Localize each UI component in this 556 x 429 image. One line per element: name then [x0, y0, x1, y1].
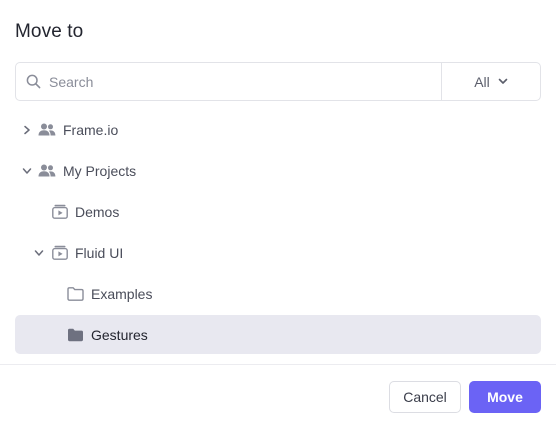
search-bar: All	[15, 62, 541, 101]
tree-item-examples[interactable]: Examples	[15, 274, 541, 313]
folder-tree: Frame.io My Projects Demos Fluid UI Exam…	[15, 110, 541, 356]
cancel-button[interactable]: Cancel	[389, 381, 461, 413]
tree-item-label: My Projects	[63, 162, 137, 179]
tree-item-label: Fluid UI	[75, 244, 124, 261]
tree-item-label: Demos	[75, 203, 120, 220]
tree-item-my-projects[interactable]: My Projects	[15, 151, 541, 190]
filter-value: All	[474, 73, 490, 90]
tree-item-frame-io[interactable]: Frame.io	[15, 110, 541, 149]
chevron-down-icon[interactable]	[21, 165, 33, 177]
tree-item-gestures[interactable]: Gestures	[15, 315, 541, 354]
tree-item-fluid-ui[interactable]: Fluid UI	[15, 233, 541, 272]
chevron-down-icon[interactable]	[33, 247, 45, 259]
search-input[interactable]	[49, 63, 441, 100]
folder-outline-icon	[66, 286, 84, 302]
tree-item-label: Frame.io	[63, 121, 119, 138]
move-button[interactable]: Move	[469, 381, 541, 413]
dialog-title: Move to	[15, 21, 84, 42]
folder-filled-icon	[66, 327, 84, 343]
chevron-down-icon	[498, 78, 508, 85]
tree-item-label: Gestures	[91, 326, 148, 343]
team-icon	[38, 122, 56, 138]
chevron-right-icon[interactable]	[21, 124, 33, 136]
search-icon	[25, 74, 41, 90]
tree-item-label: Examples	[91, 285, 153, 302]
project-icon	[51, 245, 69, 261]
move-to-dialog: Move to All	[0, 0, 556, 429]
team-icon	[38, 163, 56, 179]
footer-divider	[0, 364, 556, 365]
tree-item-demos[interactable]: Demos	[15, 192, 541, 231]
filter-dropdown[interactable]: All	[441, 63, 540, 100]
project-icon	[51, 204, 69, 220]
